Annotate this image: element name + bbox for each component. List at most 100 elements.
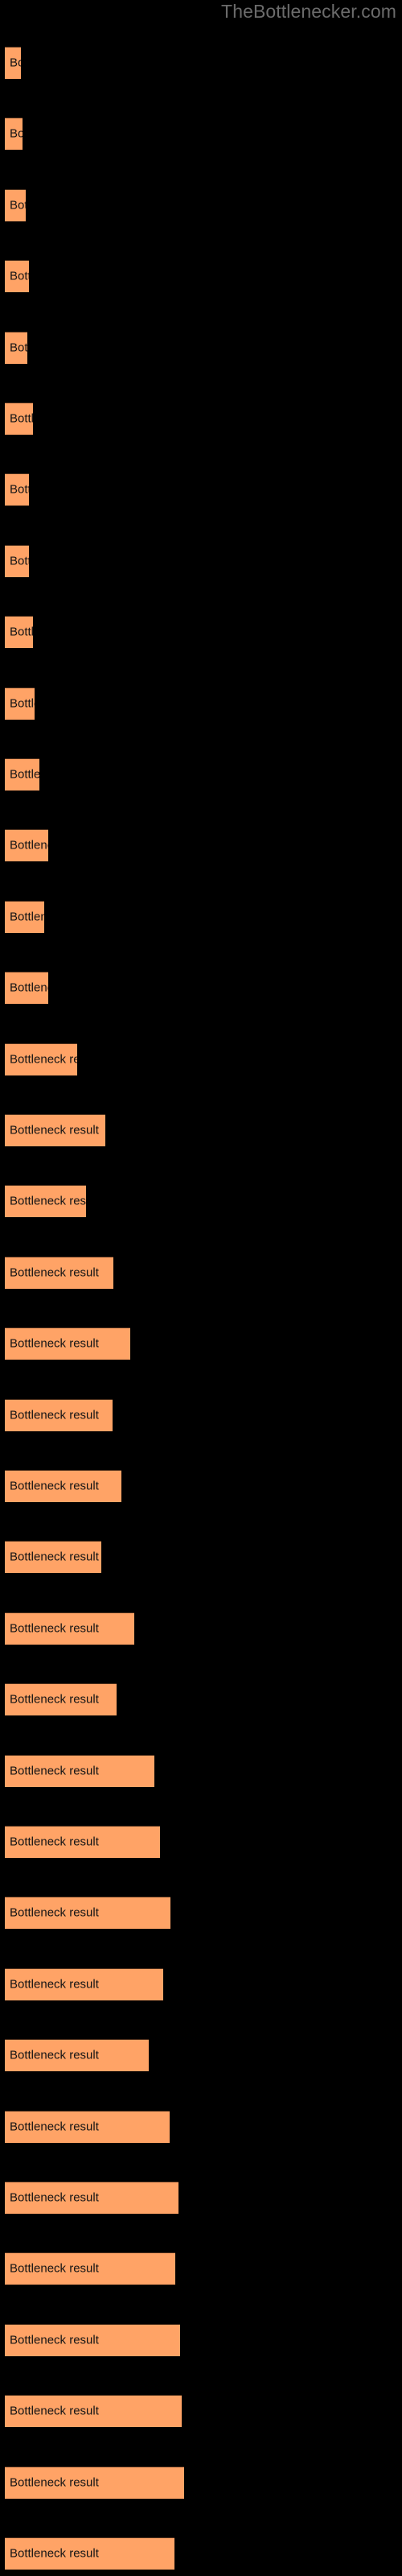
bar-label: Bottleneck result [10,2048,99,2062]
bar-row: Bottleneck result [0,1114,402,1146]
plot-area: Bottleneck result Bottleneck result Bottle… [0,0,402,2576]
bar-row: Bottleneck result [0,2110,402,2143]
bar-label: Bottleneck result [10,554,29,568]
bar-row: Bottleneck result [0,473,402,506]
bar-label-clip: Bottleneck result [5,901,44,933]
bar-label: Bottleneck result [10,1052,77,1067]
bar-label-clip: Bottleneck result [5,332,27,364]
bar-row: Bottleneck result [0,1042,402,1075]
bar-label-clip: Bottleneck result [5,1826,160,1858]
bar-label-clip: Bottleneck result [5,47,21,79]
bar-label: Bottleneck result [10,341,27,355]
bar-row: Bottleneck result [0,616,402,649]
bar-label: Bottleneck result [10,198,26,213]
bar-row: Bottleneck result [0,972,402,1005]
bar-label: Bottleneck result [10,838,48,852]
bar-label-clip: Bottleneck result [5,2324,180,2356]
bar-row: Bottleneck result [0,1470,402,1502]
bar-row: Bottleneck result [0,2039,402,2072]
bar-label-clip: Bottleneck result [5,189,26,221]
bar-row: Bottleneck result [0,2182,402,2214]
bar-row: Bottleneck result [0,1612,402,1645]
bar-row: Bottleneck result [0,1256,402,1289]
bar-row: Bottleneck result [0,1327,402,1360]
bar-label-clip: Bottleneck result [5,2537,174,2570]
bar-label: Bottleneck result [10,56,21,70]
bar-label: Bottleneck result [10,1194,86,1208]
bar-label-clip: Bottleneck result [5,402,33,435]
bar-label: Bottleneck result [10,1408,99,1422]
bar-row: Bottleneck result [0,1541,402,1574]
bar-label: Bottleneck result [10,1692,99,1707]
bar-label: Bottleneck result [10,1123,99,1137]
bar-row: Bottleneck result [0,47,402,79]
bar-label-clip: Bottleneck result [5,473,29,506]
bar-label-clip: Bottleneck result [5,545,29,577]
bottleneck-bar-chart: TheBottlenecker.com Bottleneck resultBot… [0,0,402,2576]
bar-label-clip: Bottleneck result [5,260,29,292]
bar-label: Bottleneck result [10,1764,99,1778]
bar-label: Bottleneck result [10,1479,99,1493]
bar-row: Bottleneck result [0,1967,402,2000]
bar-label-clip: Bottleneck result [5,1185,86,1217]
bar-row: Bottleneck result [0,1398,402,1431]
bar-label-clip: Bottleneck result [5,1897,170,1929]
bar-row: Bottleneck result [0,544,402,577]
bar-label-clip: Bottleneck result [5,616,33,648]
bar-row: Bottleneck result [0,1683,402,1716]
bar-label-clip: Bottleneck result [5,1043,77,1075]
bar-row: Bottleneck result [0,900,402,933]
bar-label: Bottleneck result [10,1835,99,1849]
bar-label: Bottleneck result [10,2333,99,2347]
bar-label: Bottleneck result [10,411,33,426]
bar-label: Bottleneck result [10,980,48,995]
bar-row: Bottleneck result [0,2537,402,2570]
bar-label: Bottleneck result [10,269,29,283]
bar-row: Bottleneck result [0,118,402,151]
bar-label-clip: Bottleneck result [5,1114,105,1146]
bar-label: Bottleneck result [10,625,33,639]
bar-label: Bottleneck result [10,482,29,497]
bar-label: Bottleneck result [10,2475,99,2490]
bar-label-clip: Bottleneck result [5,2039,149,2071]
bar-label: Bottleneck result [10,2190,99,2205]
bar-label-clip: Bottleneck result [5,1755,154,1787]
bar-label-clip: Bottleneck result [5,1257,113,1289]
bar-row: Bottleneck result [0,758,402,791]
bar-label-clip: Bottleneck result [5,1968,163,2000]
bar-label: Bottleneck result [10,1550,99,1564]
bar-label-clip: Bottleneck result [5,2182,178,2214]
bar-label: Bottleneck result [10,1905,99,1920]
bar-label-clip: Bottleneck result [5,118,23,150]
bar-row: Bottleneck result [0,829,402,862]
bar-row: Bottleneck result [0,402,402,435]
bar-label-clip: Bottleneck result [5,972,48,1004]
bar-label-clip: Bottleneck result [5,758,39,791]
bar-label: Bottleneck result [10,2261,99,2276]
bar-row: Bottleneck result [0,2252,402,2285]
bar-row: Bottleneck result [0,687,402,720]
bar-row: Bottleneck result [0,188,402,221]
bar-label: Bottleneck result [10,1977,99,1992]
bar-row: Bottleneck result [0,1185,402,1218]
bar-label-clip: Bottleneck result [5,1399,113,1431]
bar-row: Bottleneck result [0,1754,402,1787]
bar-label-clip: Bottleneck result [5,1327,130,1360]
bar-label-clip: Bottleneck result [5,1470,121,1502]
bar-label: Bottleneck result [10,910,44,924]
bar-label: Bottleneck result [10,1265,99,1280]
bar-label: Bottleneck result [10,1621,99,1636]
bar-label: Bottleneck result [10,2120,99,2134]
bar-label-clip: Bottleneck result [5,829,48,861]
bar-label-clip: Bottleneck result [5,2111,170,2143]
bar-label-clip: Bottleneck result [5,2395,182,2427]
bar-label-clip: Bottleneck result [5,687,35,720]
bar-row: Bottleneck result [0,1826,402,1858]
bar-row: Bottleneck result [0,2395,402,2428]
bar-label-clip: Bottleneck result [5,1683,117,1715]
bar-row: Bottleneck result [0,2323,402,2356]
bar-label: Bottleneck result [10,1336,99,1351]
bar-label-clip: Bottleneck result [5,1541,101,1573]
bar-label-clip: Bottleneck result [5,2252,175,2285]
bar-row: Bottleneck result [0,331,402,364]
